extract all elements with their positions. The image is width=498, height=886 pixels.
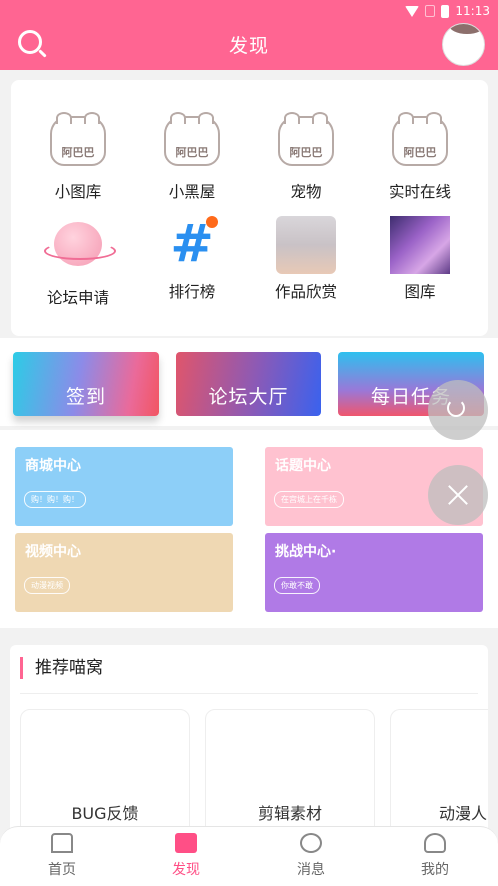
app-header: 11:13 发现 xyxy=(0,0,498,70)
pig-sticker-icon: 阿巴巴 xyxy=(48,112,108,172)
grid-item-label: 实时在线 xyxy=(388,183,451,201)
grid-item-label: 排行榜 xyxy=(168,283,216,301)
recommend-card-clips[interactable]: 剪辑素材 xyxy=(205,709,375,845)
home-icon xyxy=(51,833,73,853)
centers-section: 商城中心 购！购！购！ 话题中心 在宫城上在千栋 视频中心 动漫视频 挑战中心·… xyxy=(0,430,498,628)
center-tag: 你敢不敢 xyxy=(274,577,320,594)
page-title: 发现 xyxy=(228,35,269,57)
grid-item-online[interactable]: 阿巴巴 实时在线 xyxy=(365,112,475,216)
nav-discover[interactable]: 发现 xyxy=(136,833,236,879)
feature-grid: 阿巴巴 小图库 阿巴巴 小黑屋 阿巴巴 宠物 阿巴巴 实时在线 论坛申请 # 排… xyxy=(11,80,488,336)
center-tag: 动漫视频 xyxy=(24,577,70,594)
grid-item-label: 小图库 xyxy=(54,183,102,201)
close-icon[interactable] xyxy=(428,465,488,525)
forum-hall-button[interactable]: 论坛大厅 xyxy=(176,352,321,416)
grid-item-label: 宠物 xyxy=(290,183,322,201)
grid-item-blackroom[interactable]: 阿巴巴 小黑屋 xyxy=(137,112,247,216)
recommend-section: 推荐喵窝 BUG反馈 剪辑素材 动漫人 xyxy=(10,645,488,845)
grid-item-label: 作品欣赏 xyxy=(274,283,337,301)
bottom-nav: 首页 发现 消息 我的 xyxy=(0,826,498,886)
recommend-card-label: 剪辑素材 xyxy=(257,804,322,823)
challenge-center-card[interactable]: 挑战中心· 你敢不敢 xyxy=(265,533,483,612)
gallery-image xyxy=(390,216,450,274)
center-title: 商城中心 xyxy=(25,458,81,474)
nav-label: 消息 xyxy=(297,862,325,878)
divider xyxy=(20,693,478,694)
pink-pig-icon xyxy=(44,222,116,278)
avatar[interactable] xyxy=(442,23,485,66)
action-strip: 签到 论坛大厅 每日任务 xyxy=(0,338,498,426)
recommend-card-bug[interactable]: BUG反馈 xyxy=(20,709,190,845)
grid-item-pet[interactable]: 阿巴巴 宠物 xyxy=(251,112,361,216)
pig-sticker-icon: 阿巴巴 xyxy=(162,112,222,172)
center-title: 挑战中心· xyxy=(275,544,337,560)
center-title: 话题中心 xyxy=(275,458,331,474)
recommend-card-label: 动漫人 xyxy=(439,804,488,823)
nav-me[interactable]: 我的 xyxy=(385,833,485,879)
grid-item-label: 图库 xyxy=(404,283,436,301)
battery-icon xyxy=(441,4,450,18)
recommend-card-anime[interactable]: 动漫人 xyxy=(390,709,488,845)
anime-girl-image xyxy=(276,216,336,274)
grid-item-gallery[interactable]: 图库 xyxy=(365,216,475,316)
center-tag: 在宫城上在千栋 xyxy=(274,491,344,508)
center-tag: 购！购！购！ xyxy=(24,491,86,508)
sim-icon xyxy=(425,5,436,17)
grid-item-label: 论坛申请 xyxy=(46,289,109,307)
status-time: 11:13 xyxy=(455,4,490,18)
recommend-title: 推荐喵窝 xyxy=(20,657,103,679)
grid-item-gallery-small[interactable]: 阿巴巴 小图库 xyxy=(23,112,133,216)
nav-label: 发现 xyxy=(172,862,200,878)
notification-dot xyxy=(206,216,218,228)
grid-item-works[interactable]: 作品欣赏 xyxy=(251,216,361,316)
refresh-icon[interactable] xyxy=(428,380,488,440)
checkin-button[interactable]: 签到 xyxy=(13,352,159,416)
gift-icon xyxy=(175,833,197,853)
hashtag-icon: # xyxy=(162,216,222,272)
user-icon xyxy=(424,833,446,853)
wifi-icon xyxy=(405,5,420,17)
mall-center-card[interactable]: 商城中心 购！购！购！ xyxy=(15,447,233,526)
nav-home[interactable]: 首页 xyxy=(12,833,112,879)
center-title: 视频中心 xyxy=(25,544,81,560)
nav-label: 首页 xyxy=(48,862,76,878)
pig-sticker-icon: 阿巴巴 xyxy=(276,112,336,172)
pig-sticker-icon: 阿巴巴 xyxy=(390,112,450,172)
message-icon xyxy=(300,833,322,853)
status-bar: 11:13 xyxy=(405,2,490,20)
video-center-card[interactable]: 视频中心 动漫视频 xyxy=(15,533,233,612)
nav-label: 我的 xyxy=(421,862,449,878)
grid-item-label: 小黑屋 xyxy=(168,183,216,201)
grid-item-ranking[interactable]: # 排行榜 xyxy=(137,216,247,316)
grid-item-forum-apply[interactable]: 论坛申请 xyxy=(23,216,133,316)
nav-messages[interactable]: 消息 xyxy=(261,833,361,879)
recommend-card-label: BUG反馈 xyxy=(71,804,139,823)
